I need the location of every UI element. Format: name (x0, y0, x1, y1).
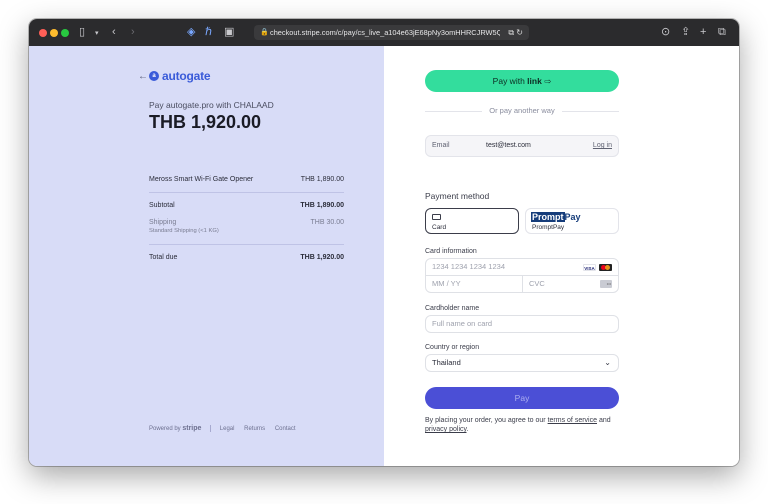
card-method-label: Card (432, 224, 447, 231)
terms-of-service-link[interactable]: terms of service (548, 417, 597, 424)
total-due-label: Total due (149, 254, 178, 261)
legal-and: and (598, 417, 611, 424)
page-content: ← a autogate Pay autogate.pro with CHALA… (29, 46, 739, 466)
subtotal-row: Subtotal THB 1,890.00 (149, 202, 344, 209)
card-number-placeholder: 1234 1234 1234 1234 (432, 262, 505, 271)
email-label: Email (432, 142, 450, 149)
item-name: Meross Smart Wi-Fi Gate Opener (149, 176, 254, 183)
country-select[interactable]: Thailand ⌄ (425, 354, 619, 372)
pay-button[interactable]: Pay (425, 387, 619, 409)
bag-icon[interactable]: ▣ (224, 25, 234, 39)
payment-method-card[interactable]: Card (425, 208, 519, 234)
promptpay-logo: PromptPay (531, 212, 581, 222)
shipping-value: THB 30.00 (310, 219, 344, 226)
card-icon (432, 214, 441, 220)
item-price: THB 1,890.00 (300, 176, 344, 183)
translate-reload-icons[interactable]: ⧉ ↻ (508, 25, 523, 40)
address-bar[interactable]: 🔒 checkout.stripe.com/c/pay/cs_live_a104… (254, 25, 529, 40)
chevron-down-icon: ⌄ (604, 358, 611, 367)
footer-separator (210, 425, 212, 432)
footer-link-contact[interactable]: Contact (275, 426, 296, 432)
divider (149, 192, 344, 193)
country-label: Country or region (425, 344, 480, 351)
link-brand-text: link (527, 76, 542, 86)
powered-by-text: Powered by (149, 426, 181, 433)
mastercard-icon (599, 264, 612, 271)
divider (149, 244, 344, 245)
subtotal-value: THB 1,890.00 (300, 202, 344, 209)
shipping-detail: Standard Shipping (<1 KG) (149, 228, 219, 234)
order-summary-panel: ← a autogate Pay autogate.pro with CHALA… (29, 46, 384, 466)
country-value: Thailand (432, 358, 461, 367)
autogate-logo-icon: a (149, 71, 159, 81)
chevron-down-icon[interactable]: ▾ (95, 27, 99, 41)
arrow-right-icon: ⇨ (544, 76, 552, 86)
total-amount: THB 1,920.00 (149, 112, 262, 132)
cvc-input[interactable]: CVC ••• (522, 275, 619, 293)
promptpay-method-label: PromptPay (532, 224, 565, 231)
log-in-link[interactable]: Log in (593, 136, 612, 156)
tabs-icon[interactable]: ⧉ (718, 25, 726, 39)
stripe-footer: Powered by stripe Legal Returns Contact (149, 425, 304, 432)
email-value: test@test.com (486, 142, 531, 149)
total-due-row: Total due THB 1,920.00 (149, 254, 344, 261)
legal-text: By placing your order, you agree to our … (425, 416, 619, 434)
new-tab-icon[interactable]: + (700, 25, 706, 39)
cvc-placeholder: CVC (529, 279, 545, 288)
extension-icon[interactable]: ℏ (205, 25, 212, 39)
forward-icon[interactable]: › (131, 25, 135, 39)
link-button-prefix: Pay with (492, 76, 525, 86)
merchant-logo-text: autogate (162, 69, 211, 83)
shipping-label: Shipping (149, 219, 177, 226)
shipping-row: Shipping Standard Shipping (<1 KG) THB 3… (149, 219, 344, 234)
browser-window: ▯ ▾ ‹ › ◈ ℏ ▣ 🔒 checkout.stripe.com/c/pa… (29, 19, 739, 466)
url-text: checkout.stripe.com/c/pay/cs_live_a104e6… (270, 28, 500, 37)
back-icon[interactable]: ‹ (112, 25, 116, 39)
footer-link-returns[interactable]: Returns (244, 426, 265, 432)
payment-method-title: Payment method (425, 191, 490, 201)
minimize-window-button[interactable] (50, 29, 58, 37)
browser-toolbar: ▯ ▾ ‹ › ◈ ℏ ▣ 🔒 checkout.stripe.com/c/pa… (29, 19, 739, 46)
lock-icon: 🔒 (260, 29, 269, 36)
payment-panel: Pay with link ⇨ Or pay another way Email… (384, 46, 739, 466)
email-field[interactable]: Email test@test.com Log in (425, 135, 619, 157)
legal-end: . (466, 426, 469, 433)
card-information-label: Card information (425, 248, 477, 255)
card-number-input[interactable]: 1234 1234 1234 1234 VISA (425, 258, 619, 276)
cardholder-placeholder: Full name on card (432, 319, 493, 328)
shield-icon[interactable]: ◈ (187, 25, 195, 39)
stripe-logo[interactable]: stripe (182, 425, 201, 432)
pay-to-text: Pay autogate.pro with CHALAAD (149, 100, 274, 110)
cardholder-name-input[interactable]: Full name on card (425, 315, 619, 333)
footer-link-legal[interactable]: Legal (220, 426, 235, 432)
close-window-button[interactable] (39, 29, 47, 37)
legal-before: By placing your order, you agree to our (425, 417, 546, 424)
expiry-placeholder: MM / YY (432, 279, 461, 288)
cvc-card-icon: ••• (600, 280, 612, 288)
total-due-value: THB 1,920.00 (300, 254, 344, 261)
or-pay-another-way: Or pay another way (482, 106, 562, 115)
pay-with-link-button[interactable]: Pay with link ⇨ (425, 70, 619, 92)
back-arrow-icon[interactable]: ← (138, 71, 148, 82)
download-icon[interactable]: ⊙ (661, 25, 670, 39)
payment-method-promptpay[interactable]: PromptPay PromptPay (525, 208, 619, 234)
subtotal-label: Subtotal (149, 202, 175, 209)
visa-icon: VISA (583, 264, 596, 271)
zoom-window-button[interactable] (61, 29, 69, 37)
privacy-policy-link[interactable]: privacy policy (425, 426, 467, 433)
share-icon[interactable]: ⇪ (681, 25, 690, 39)
line-item: Meross Smart Wi-Fi Gate Opener THB 1,890… (149, 176, 344, 183)
sidebar-icon[interactable]: ▯ (79, 25, 85, 39)
cardholder-name-label: Cardholder name (425, 305, 480, 312)
expiry-input[interactable]: MM / YY (425, 275, 523, 293)
